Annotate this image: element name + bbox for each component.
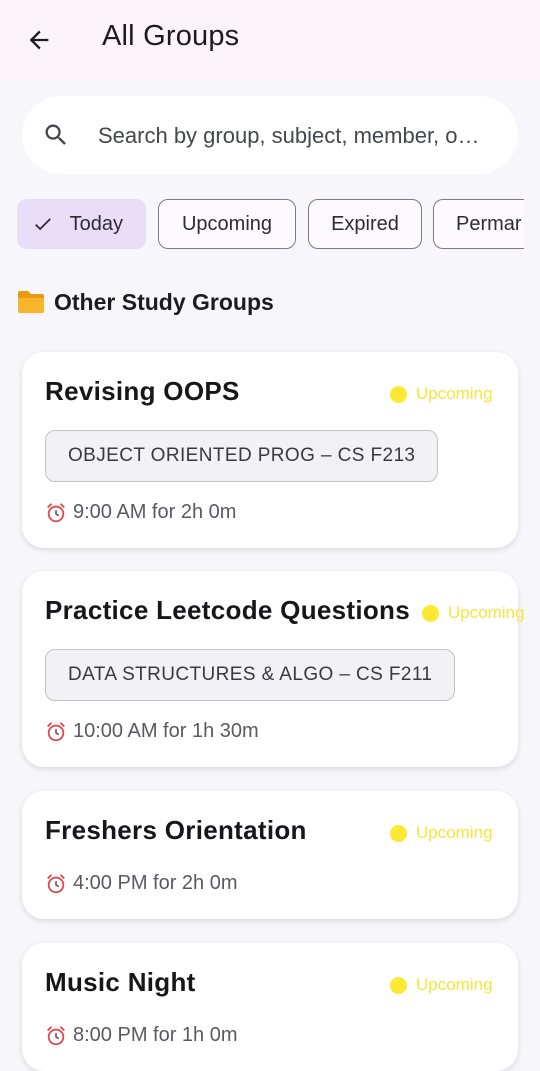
status-badge: Upcoming [390,975,493,995]
back-button[interactable] [16,18,62,62]
section-title-text: Other Study Groups [54,288,274,315]
group-time: 8:00 PM for 1h 0m [45,1024,238,1047]
status-dot-icon [390,385,407,403]
status-label: Upcoming [416,823,493,842]
status-dot-icon [390,824,407,842]
status-label: Upcoming [416,384,493,403]
status-dot-icon [390,976,407,994]
alarm-clock-icon [47,502,65,522]
chip-label: Today [69,212,123,235]
filter-chip-upcoming[interactable]: Upcoming [158,199,296,249]
status-label: Upcoming [416,975,493,994]
group-card[interactable]: Practice Leetcode Questions Upcoming DAT… [22,571,525,767]
group-card[interactable]: Freshers Orientation Upcoming 4:00 PM fo… [22,791,518,919]
status-badge: Upcoming [390,384,493,404]
folder-icon [18,291,44,313]
status-dot-icon [422,604,439,622]
filter-chip-today[interactable]: Today [17,199,146,249]
arrow-back-icon [29,30,49,50]
status-badge: Upcoming [390,823,493,843]
group-card[interactable]: Revising OOPS Upcoming OBJECT ORIENTED P… [22,352,518,548]
page-title: All Groups [102,20,240,52]
time-text: 8:00 PM for 1h 0m [73,1024,238,1046]
time-text: 4:00 PM for 2h 0m [73,872,238,894]
subject-chip: DATA STRUCTURES & ALGO – CS F211 [45,649,456,701]
status-badge: Upcoming [422,603,525,623]
status-label: Upcoming [448,603,525,622]
chip-label: Permar [456,212,522,235]
subject-chip: OBJECT ORIENTED PROG – CS F213 [45,430,439,482]
time-text: 10:00 AM for 1h 30m [73,720,259,742]
alarm-clock-icon [47,873,65,893]
app-bar: All Groups [0,0,540,80]
alarm-clock-icon [47,1025,65,1045]
group-title: Revising OOPS [45,376,240,406]
check-icon [35,218,51,231]
time-text: 9:00 AM for 2h 0m [73,501,237,523]
filter-chip-expired[interactable]: Expired [308,199,422,249]
chip-label: Upcoming [181,212,273,235]
section-title: Other Study Groups [16,288,274,316]
filter-chips: Today Upcoming Expired Permar [16,198,524,254]
search-bar[interactable] [22,96,518,174]
group-title: Practice Leetcode Questions [45,595,411,625]
filter-chip-permanent[interactable]: Permar [433,199,524,249]
group-card[interactable]: Music Night Upcoming 8:00 PM for 1h 0m [22,943,518,1071]
group-title: Music Night [45,967,196,997]
group-title: Freshers Orientation [45,815,307,845]
group-time: 10:00 AM for 1h 30m [45,720,259,743]
group-time: 4:00 PM for 2h 0m [45,872,238,895]
group-time: 9:00 AM for 2h 0m [45,501,236,524]
chip-label: Expired [331,212,399,235]
alarm-clock-icon [47,721,65,741]
search-input[interactable] [96,118,504,154]
search-icon [45,124,66,145]
